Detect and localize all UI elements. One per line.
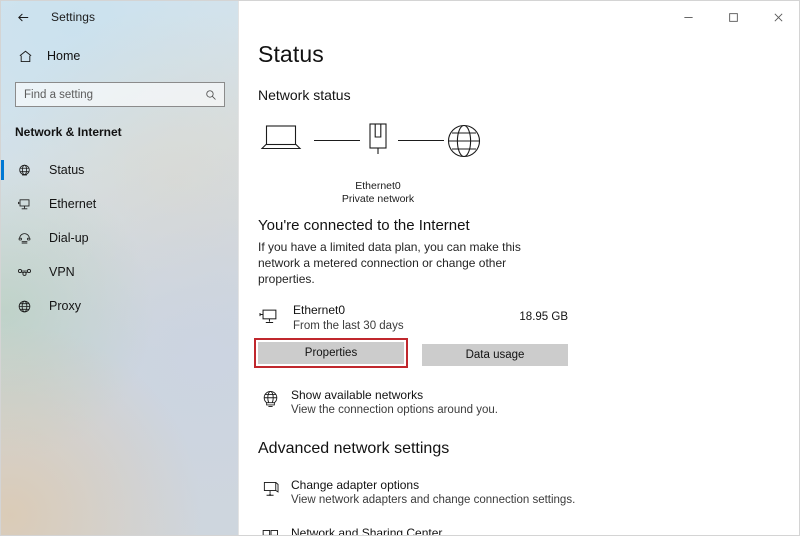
sidebar: Home Network & Internet: [1, 1, 239, 535]
diagram-link-right: [398, 140, 444, 141]
advanced-link-description: View network adapters and change connect…: [291, 494, 576, 506]
minimize-button[interactable]: [666, 1, 711, 33]
diagram-caption: Ethernet0 Private network: [258, 180, 498, 206]
home-icon: [15, 49, 35, 64]
advanced-settings-heading: Advanced network settings: [258, 440, 450, 457]
laptop-icon: [260, 123, 302, 162]
usage-period: From the last 30 days: [293, 320, 404, 332]
show-networks-title: Show available networks: [291, 388, 424, 402]
window-controls: [666, 1, 799, 33]
diagram-network-type: Private network: [341, 193, 415, 205]
data-usage-button[interactable]: Data usage: [422, 344, 568, 366]
properties-highlight-annotation: Properties: [254, 338, 408, 368]
search-box[interactable]: [15, 82, 225, 107]
sidebar-nav-list: Status Ethernet Dial-up VPN Proxy: [1, 153, 239, 323]
usage-amount: 18.95 GB: [519, 310, 568, 323]
show-networks-description: View the connection options around you.: [291, 404, 498, 416]
globe-icon: [444, 121, 484, 166]
sidebar-item-label: Dial-up: [49, 231, 89, 245]
sidebar-item-vpn[interactable]: VPN: [1, 255, 239, 289]
sidebar-item-dial-up[interactable]: Dial-up: [1, 221, 239, 255]
usage-adapter-name: Ethernet0: [293, 303, 346, 317]
maximize-button[interactable]: [711, 1, 756, 33]
connection-status-description: If you have a limited data plan, you can…: [258, 240, 521, 286]
search-icon[interactable]: [205, 89, 217, 101]
app-title: Settings: [51, 10, 96, 24]
show-available-networks-item[interactable]: Show available networks View the connect…: [258, 388, 588, 416]
search-container: [15, 82, 225, 107]
close-button[interactable]: [756, 1, 799, 33]
available-networks-icon: [258, 388, 282, 410]
change-adapter-options-item[interactable]: Change adapter options View network adap…: [258, 478, 588, 506]
globe-status-icon: [15, 163, 33, 178]
sidebar-item-label: Ethernet: [49, 197, 97, 211]
network-diagram: [258, 117, 498, 179]
sidebar-item-ethernet[interactable]: Ethernet: [1, 187, 239, 221]
sharing-center-icon: [258, 526, 282, 535]
network-sharing-center-item[interactable]: Network and Sharing Center For the netwo…: [258, 526, 588, 536]
sidebar-item-status[interactable]: Status: [1, 153, 239, 187]
proxy-globe-icon: [15, 299, 33, 314]
network-adapter-icon: [362, 121, 394, 164]
adapter-options-icon: [258, 478, 282, 501]
sidebar-item-proxy[interactable]: Proxy: [1, 289, 239, 323]
properties-button[interactable]: Properties: [258, 342, 404, 364]
sidebar-home-label: Home: [47, 49, 81, 63]
sidebar-item-home[interactable]: Home: [1, 41, 239, 71]
connection-status-title: You're connected to the Internet: [258, 217, 470, 234]
ethernet-monitor-icon: [258, 306, 284, 328]
search-input[interactable]: [16, 83, 224, 106]
sidebar-item-label: Status: [49, 163, 85, 177]
network-status-heading: Network status: [258, 87, 351, 103]
sidebar-category-title: Network & Internet: [15, 125, 122, 139]
page-title: Status: [258, 41, 324, 67]
sidebar-item-label: Proxy: [49, 299, 81, 313]
ethernet-icon: [15, 197, 33, 212]
diagram-link-left: [314, 140, 360, 141]
vpn-icon: [15, 265, 33, 280]
dialup-icon: [15, 231, 33, 246]
diagram-network-name: Ethernet0: [355, 180, 401, 192]
settings-window: Home Network & Internet: [0, 0, 800, 536]
data-usage-summary-row: Ethernet0 From the last 30 days 18.95 GB: [258, 301, 568, 332]
advanced-link-title: Change adapter options: [291, 478, 420, 492]
sidebar-item-label: VPN: [49, 265, 75, 279]
action-buttons-row: Properties Data usage: [254, 338, 799, 368]
main-content: Status Network status Ethernet0 Private …: [240, 33, 799, 536]
back-button[interactable]: [1, 1, 45, 33]
advanced-link-title: Network and Sharing Center: [291, 526, 443, 536]
title-bar: Settings: [1, 1, 799, 33]
